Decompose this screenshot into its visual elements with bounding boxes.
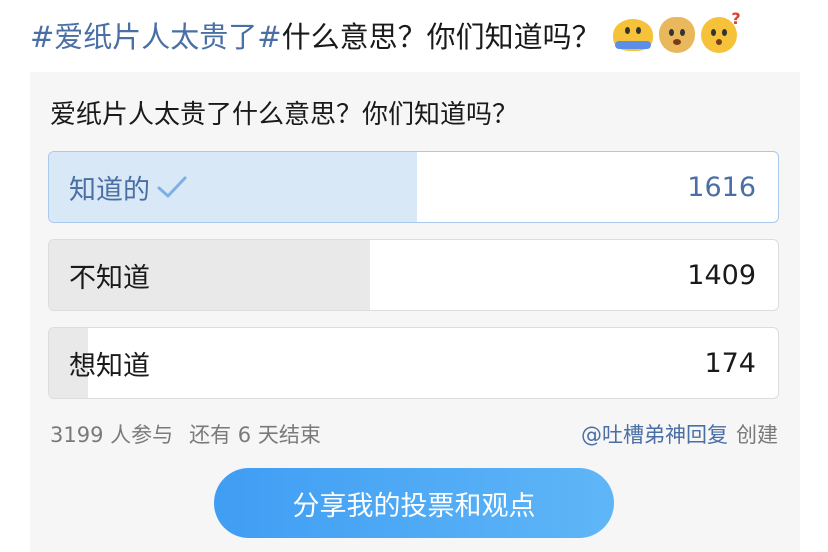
created-label: 创建: [736, 423, 778, 447]
poll-option-count: 174: [704, 347, 756, 379]
share-vote-button[interactable]: 分享我的投票和观点: [214, 468, 614, 538]
poll-option-unknown[interactable]: 不知道 1409: [48, 239, 779, 311]
post-headline: #爱纸片人太贵了# 什么意思？你们知道吗？ ?: [30, 9, 741, 58]
checkmark-icon: [157, 176, 187, 198]
poll-option-label: 想知道: [69, 350, 150, 382]
poll-card: 爱纸片人太贵了什么意思？你们知道吗？ 知道的 1616 不知道 1409 想知道…: [30, 72, 800, 552]
poll-deadline: 还有 6 天结束: [189, 423, 321, 447]
shrug-emoji-icon: [612, 19, 653, 51]
topic-link[interactable]: #爱纸片人太贵了#: [30, 14, 282, 56]
poll-option-label: 不知道: [69, 262, 150, 294]
post-title-text: 什么意思？你们知道吗？: [281, 20, 601, 54]
poll-option-want-to-know[interactable]: 想知道 174: [48, 327, 779, 399]
doge-emoji-icon: [658, 17, 695, 53]
poll-option-known[interactable]: 知道的 1616: [48, 151, 779, 223]
emoji-row: ?: [612, 9, 741, 53]
poll-option-count: 1616: [687, 171, 756, 203]
poll-question: 爱纸片人太贵了什么意思？你们知道吗？: [50, 100, 519, 130]
creator-link[interactable]: @吐槽弟神回复: [581, 419, 728, 449]
thinking-emoji-icon: ?: [700, 9, 741, 53]
poll-option-label: 知道的: [69, 174, 150, 206]
participant-count: 3199 人参与: [50, 423, 174, 447]
poll-meta: 3199 人参与 还有 6 天结束 @吐槽弟神回复 创建: [50, 419, 778, 449]
poll-option-count: 1409: [687, 259, 756, 291]
